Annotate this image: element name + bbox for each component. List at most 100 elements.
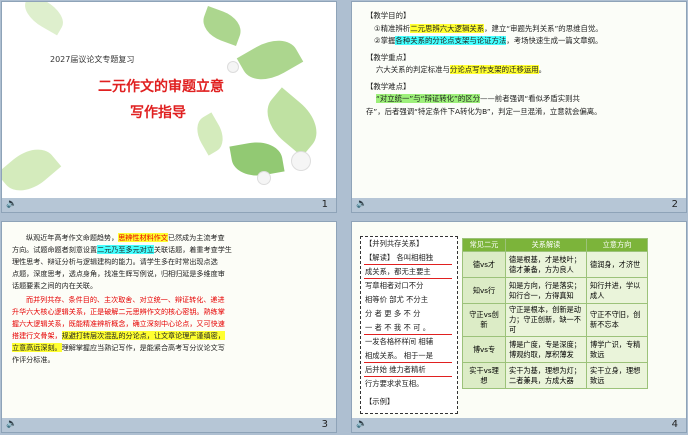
text: 升华六大核心逻辑关系，正是破解二元思辨作文的核心密钥。熟练掌 [12, 307, 225, 316]
table-row: 知vs行 知是方向，行是落实；知行合一，方得真知 知行并进，学以成人 [462, 277, 648, 304]
underline [364, 278, 452, 279]
table-cell: 实干为基，理想为灯；二者兼具，方成大器 [505, 362, 587, 389]
box-line: 写章相者对口不分 [365, 281, 424, 290]
underline [364, 362, 452, 363]
table-cell: 守正是根本，创新是动力；守正创新，缺一不可 [505, 303, 587, 337]
table-cell: 德是根基，才是枝叶；德才兼备，方为良人 [505, 251, 587, 278]
box-line: 相等价 部尤 不分主 [365, 295, 429, 304]
slide-1[interactable]: 2027届议论文专题复习 二元作文的审题立意 写作指导 🔈 1 [2, 2, 336, 212]
goal-line-1: ①精准辨析二元思辨六大逻辑关系，建立“审题先判关系”的思维自觉。 [366, 23, 676, 36]
slide-2-canvas: 【教学目的】 ①精准辨析二元思辨六大逻辑关系，建立“审题先判关系”的思维自觉。 … [352, 2, 686, 198]
para-2-line: 而并列共存、条件目的、主次取舍、对立统一、辩证转化、递进 [26, 295, 225, 304]
leaf-decoration [229, 137, 285, 181]
para-2-line: 搭建行文骨架，规避打转层次混乱的分论点，让文章论理严谨缜密， [12, 330, 328, 342]
slide-title: 二元作文的审题立意 [98, 79, 224, 95]
highlight: 二元乃至多元对立 [97, 245, 154, 254]
text: 纵观近年高考作文命题趋势， [26, 233, 119, 242]
table-row: 实干vs理想 实干为基，理想为灯；二者兼具，方成大器 实干立身，理想致远 [462, 362, 648, 389]
difficulty-line-2: 存”，后者强调“特定条件下A转化为B”，判定一旦混淆，立意就会偏离。 [366, 106, 602, 116]
text: ，考场快速生成一篇文章纲。 [506, 36, 603, 45]
flower-decoration [228, 62, 238, 72]
box-line: 一发各格杯样间 相辅 [365, 337, 433, 346]
table-cell: 知是方向，行是落实；知行合一，方得真知 [505, 277, 587, 304]
leaf-decoration [18, 2, 70, 36]
slide-title-line2: 写作指导 [130, 105, 186, 121]
table-cell: 博vs专 [462, 336, 506, 363]
flower-decoration [258, 172, 270, 184]
box-line: 后并始 维力者精析 [365, 365, 426, 374]
highlight: 各种关系的分论点支架与论证方法 [395, 36, 507, 45]
underline [364, 376, 452, 377]
slide-number: 3 [321, 419, 328, 430]
para-2-line: 作评分标准。 [12, 355, 55, 364]
relationship-box: 【并列共存关系】 【解读】 各叫相相独 成关系，都无主要主 写章相者对口不分 相… [360, 236, 458, 414]
table-cell: 守正vs创新 [462, 303, 506, 337]
box-line: 相成关系。 相于一是 [365, 351, 433, 360]
para-1-line: 点题，深度思考，透点身角，找准生辉写例说，归相归延是多维度审 [12, 269, 225, 278]
highlight: 二元思辨六大逻辑关系 [410, 23, 485, 33]
underline [364, 334, 452, 335]
text: 。 [538, 65, 547, 74]
para-1-line: 方向。试题命题者刻意设置二元乃至多元对立关联话题，着重考查学生 [12, 244, 328, 256]
text: 理解掌握应当熟记写作，是能紧合高考写分议论文写 [61, 343, 225, 352]
box-line: 分 者 更 多 不 分 [365, 309, 421, 318]
leaf-decoration [2, 138, 62, 198]
slide-footer: 🔈 1 [2, 198, 336, 212]
key-line: 六大关系的判定标准与分论点写作支架的迁移运用。 [366, 64, 676, 77]
table-cell: 德润身，才济世 [586, 251, 648, 278]
table-cell: 守正不守旧，创新不忘本 [586, 303, 648, 337]
teaching-goals: 【教学目的】 ①精准辨析二元思辨六大逻辑关系，建立“审题先判关系”的思维自觉。 … [366, 10, 676, 118]
para-2-line: 立意高远深刻。理解掌握应当熟记写作，是能紧合高考写分议论文写 [12, 342, 328, 354]
slide-number: 2 [671, 199, 678, 210]
highlight: 分论点写作支架的迁移运用 [449, 65, 539, 74]
speaker-icon[interactable]: 🔈 [6, 199, 17, 209]
table-header: 常见二元 [462, 238, 506, 252]
table-header-row: 常见二元 关系解读 立意方向 [462, 238, 648, 252]
box-line: 一 者 不 我 不 可 。 [365, 323, 430, 332]
highlight: 立意高远深刻。 [12, 343, 62, 352]
slide-4-canvas: 【并列共存关系】 【解读】 各叫相相独 成关系，都无主要主 写章相者对口不分 相… [352, 222, 686, 418]
slide-subtitle: 2027届议论文专题复习 [50, 55, 135, 64]
goal-line-2: ②掌握各种关系的分论点支架与论证方法，考场快速生成一篇文章纲。 [366, 35, 676, 48]
text: 方向。试题命题者刻意设置 [12, 245, 98, 254]
table-cell: 博学广识，专精致远 [586, 336, 648, 363]
text: ，建立“审题先判关系”的思维自觉。 [484, 23, 603, 33]
slide-number: 4 [671, 419, 678, 430]
text: ——前者强调“看似矛盾实则共 [480, 94, 580, 103]
table-row: 博vs专 博是广度，专是深度；博观约取，厚积薄发 博学广识，专精致远 [462, 336, 648, 363]
text: 搭建行文骨架， [12, 331, 62, 340]
slide-footer: 🔈 4 [352, 418, 686, 432]
leaf-decoration [236, 30, 304, 90]
leaf-decoration [198, 6, 246, 46]
text: 六大关系的判定标准与 [376, 65, 450, 74]
section-head: 【教学重点】 [366, 52, 411, 62]
slide-footer: 🔈 3 [2, 418, 336, 432]
slide-3[interactable]: 纵观近年高考作文命题趋势，思辨性材料作文已然成为主流考查 方向。试题命题者刻意设… [2, 222, 336, 432]
slide-1-canvas: 2027届议论文专题复习 二元作文的审题立意 写作指导 [2, 2, 336, 198]
relationship-table: 常见二元 关系解读 立意方向 德vs才 德是根基，才是枝叶；德才兼备，方为良人 … [462, 238, 648, 389]
leaf-decoration [190, 112, 230, 156]
text: 关联话题，着重考查学生 [153, 245, 232, 254]
para-1-line: 纵观近年高考作文命题趋势，思辨性材料作文已然成为主流考查 [12, 232, 328, 244]
box-title: 【并列共存关系】 [365, 239, 424, 248]
slide-4[interactable]: 【并列共存关系】 【解读】 各叫相相独 成关系，都无主要主 写章相者对口不分 相… [352, 222, 686, 432]
table-cell: 德vs才 [462, 251, 506, 278]
highlight: “对立统一”与“辩证转化”的区分 [376, 94, 481, 103]
table-cell: 实干vs理想 [462, 362, 506, 389]
table-row: 守正vs创新 守正是根本，创新是动力；守正创新，缺一不可 守正不守旧，创新不忘本 [462, 303, 648, 337]
slide-number: 1 [321, 199, 328, 210]
table-header: 关系解读 [505, 238, 587, 252]
speaker-icon[interactable]: 🔈 [356, 199, 367, 209]
table-cell: 实干立身，理想致远 [586, 362, 648, 389]
text: 已然成为主流考查 [167, 233, 225, 242]
speaker-icon[interactable]: 🔈 [356, 419, 367, 429]
slide-footer: 🔈 2 [352, 198, 686, 212]
table-cell: 知vs行 [462, 277, 506, 304]
speaker-icon[interactable]: 🔈 [6, 419, 17, 429]
slide-2[interactable]: 【教学目的】 ①精准辨析二元思辨六大逻辑关系，建立“审题先判关系”的思维自觉。 … [352, 2, 686, 212]
box-line: 成关系，都无主要主 [365, 267, 431, 276]
para-2-line: 升华六大核心逻辑关系，正是破解二元思辨作文的核心密钥。熟练掌 [12, 306, 328, 318]
section-head: 【教学难点】 [366, 81, 411, 91]
table-row: 德vs才 德是根基，才是枝叶；德才兼备，方为良人 德润身，才济世 [462, 251, 648, 278]
text: ②掌握 [374, 36, 396, 45]
